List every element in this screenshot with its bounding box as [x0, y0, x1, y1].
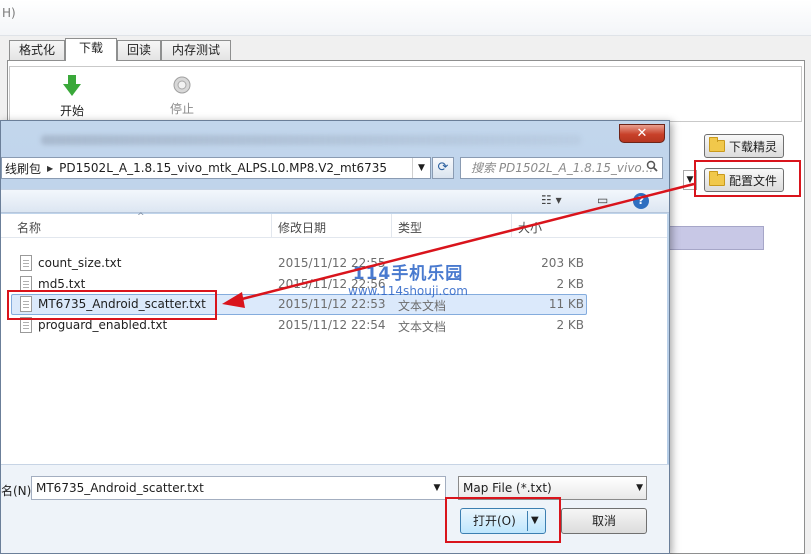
stop-label: 停止: [169, 102, 194, 116]
column-size[interactable]: 大小: [518, 219, 542, 236]
tab-format[interactable]: 格式化: [9, 40, 65, 60]
stop-icon: [173, 76, 191, 94]
address-bar[interactable]: 线刷包 ▶ PD1502L_A_1.8.15_vivo_mtk_ALPS.L0.…: [1, 157, 431, 179]
filename-value: MT6735_Android_scatter.txt: [36, 481, 204, 495]
file-row[interactable]: count_size.txt 2015/11/12 22:55 203 KB: [1, 253, 667, 274]
annotation-box-open-button: [445, 497, 561, 543]
column-divider[interactable]: [391, 214, 392, 238]
file-size: 2 KB: [556, 277, 584, 291]
cancel-button[interactable]: 取消: [561, 508, 647, 534]
column-header-row: 名称 ^ 修改日期 类型 大小: [1, 212, 667, 238]
tab-label: 内存测试: [171, 43, 220, 57]
breadcrumb-current[interactable]: PD1502L_A_1.8.15_vivo_mtk_ALPS.L0.MP8.V2…: [56, 161, 390, 175]
file-type: 文本文档: [398, 299, 447, 313]
file-size: 203 KB: [541, 256, 584, 270]
tab-download[interactable]: 下载: [65, 38, 117, 61]
search-placeholder: 搜索 PD1502L_A_1.8.15_vivo...: [471, 161, 654, 175]
dialog-title-blurred: [41, 135, 581, 145]
command-bar: ☷ ▾ ▭ ?: [1, 189, 669, 213]
download-arrow-icon: [63, 75, 81, 96]
filename-input[interactable]: MT6735_Android_scatter.txt ▼: [31, 476, 446, 500]
breadcrumb-separator-icon[interactable]: ▶: [44, 164, 56, 173]
file-size: 2 KB: [556, 318, 584, 332]
file-date: 2015/11/12 22:53: [278, 297, 386, 311]
column-date[interactable]: 修改日期: [278, 219, 326, 236]
toolbar: 开始 停止: [9, 66, 802, 122]
view-menu-icon[interactable]: ☷ ▾: [541, 193, 562, 209]
file-name: md5.txt: [38, 277, 86, 291]
column-divider[interactable]: [271, 214, 272, 238]
filetype-dropdown-icon: ▼: [636, 483, 643, 493]
sort-ascending-icon: ^: [137, 212, 145, 222]
breadcrumb-parent[interactable]: 线刷包: [2, 160, 44, 177]
watermark-title: 114手机乐园: [352, 264, 464, 284]
app-title-fragment: H): [2, 6, 16, 20]
download-agent-button[interactable]: 下载精灵: [704, 134, 785, 158]
preview-pane-icon[interactable]: ▭: [597, 193, 608, 209]
file-date: 2015/11/12 22:54: [278, 318, 386, 332]
column-type[interactable]: 类型: [398, 219, 422, 236]
file-name: proguard_enabled.txt: [38, 318, 168, 332]
download-agent-label: 下载精灵: [729, 139, 778, 154]
watermark-url: www.114shouji.com: [348, 284, 468, 298]
tab-label: 下载: [78, 41, 103, 55]
tab-label: 格式化: [18, 43, 55, 57]
app-title-bar: H): [0, 0, 811, 36]
tab-memory-test[interactable]: 内存测试: [161, 40, 231, 60]
tab-label: 回读: [126, 43, 151, 57]
file-type: 文本文档: [398, 320, 447, 334]
file-name: count_size.txt: [38, 256, 122, 270]
start-label: 开始: [59, 104, 84, 118]
close-button[interactable]: ✕: [619, 124, 665, 143]
annotation-box-scatter-file: [7, 290, 217, 320]
open-file-dialog: ✕ 线刷包 ▶ PD1502L_A_1.8.15_vivo_mtk_ALPS.L…: [0, 120, 670, 554]
column-name[interactable]: 名称: [17, 219, 41, 236]
start-button[interactable]: 开始: [47, 75, 97, 119]
text-file-icon: [20, 255, 32, 271]
search-input[interactable]: 搜索 PD1502L_A_1.8.15_vivo...: [460, 157, 663, 179]
refresh-icon: ⟳: [437, 160, 449, 175]
column-divider[interactable]: [511, 214, 512, 238]
tab-readback[interactable]: 回读: [117, 40, 161, 60]
address-dropdown-icon[interactable]: ▼: [412, 158, 430, 178]
watermark: 114手机乐园 www.114shouji.com: [338, 259, 478, 298]
search-icon[interactable]: [646, 160, 658, 172]
filetype-value: Map File (*.txt): [463, 481, 552, 495]
folder-icon: [709, 137, 725, 152]
cancel-label: 取消: [591, 514, 616, 528]
filename-dropdown-icon[interactable]: ▼: [429, 477, 445, 499]
bg-list-header: [666, 226, 764, 250]
refresh-button[interactable]: ⟳: [432, 157, 454, 179]
file-list: 名称 ^ 修改日期 类型 大小 count_size.txt 2015/11/1…: [1, 212, 667, 464]
help-icon[interactable]: ?: [633, 193, 649, 209]
annotation-box-config-button: [694, 160, 801, 197]
file-size: 11 KB: [548, 297, 584, 311]
stop-button[interactable]: 停止: [157, 75, 207, 117]
close-icon: ✕: [636, 126, 648, 141]
